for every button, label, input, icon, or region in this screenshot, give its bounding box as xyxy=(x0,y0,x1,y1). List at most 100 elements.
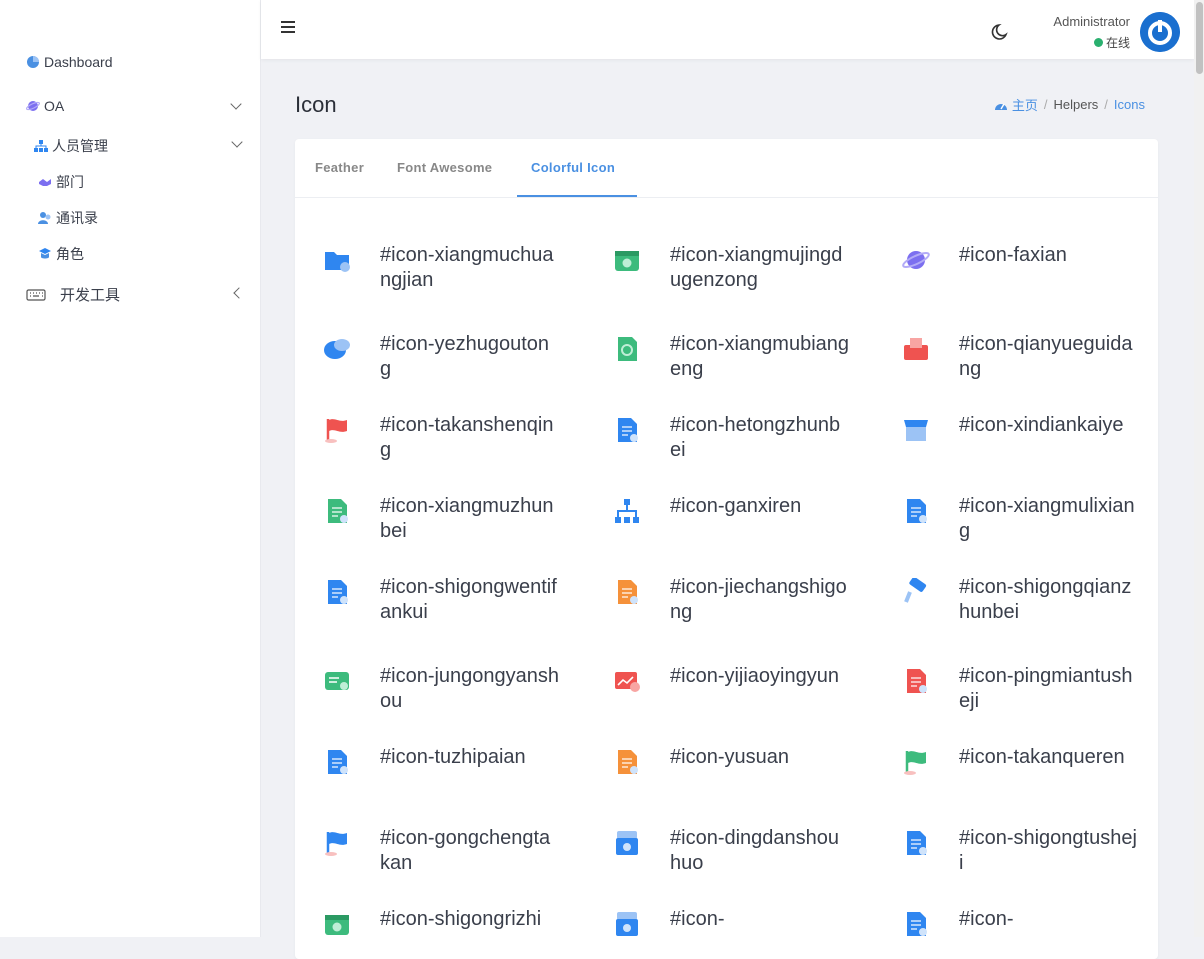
icon-name: #icon-shigongqianzhunbei xyxy=(959,576,1132,623)
icon-name: #icon-shigongwentifankui xyxy=(380,576,557,623)
online-status: 在线 xyxy=(1093,34,1130,51)
icon-name: #icon-faxian xyxy=(959,244,1067,266)
xiangmuzhunbei-icon xyxy=(328,499,348,523)
tuzhipaian-icon xyxy=(328,750,348,774)
breadcrumb-home[interactable]: 主页 xyxy=(1012,95,1038,114)
icon-name: #icon-xiangmuzhunbei xyxy=(380,495,554,542)
icon-name: #icon-shigongtusheji xyxy=(959,827,1137,874)
dashboard-icon xyxy=(994,103,1007,110)
shigongtusheji-icon xyxy=(907,831,927,855)
dingdanshouhuo-icon xyxy=(616,831,638,855)
planet-icon xyxy=(26,101,40,111)
shigongwentifankui-icon xyxy=(328,580,348,604)
jiechangshigong-icon xyxy=(618,580,638,604)
tab-font-awesome[interactable]: Font Awesome xyxy=(397,160,492,175)
sidebar-item-dashboard[interactable]: Dashboard xyxy=(26,54,113,70)
yusuan-icon xyxy=(618,750,638,774)
icon-name: #icon-ganxiren xyxy=(670,495,802,517)
icon-name: #icon-gongchengtakan xyxy=(380,827,551,874)
icon-name: #icon-xiangmulixiang xyxy=(959,495,1135,542)
xiangmulixiang-icon xyxy=(907,499,927,523)
sidebar: Dashboard OA 人员管理 部门 通讯录 角色 开发工具 xyxy=(0,0,261,937)
sidebar-item-label: Dashboard xyxy=(44,54,113,70)
sidebar-item-contacts[interactable]: 通讯录 xyxy=(38,208,98,228)
sidebar-item-label: 通讯录 xyxy=(56,210,98,226)
sidebar-item-label: 开发工具 xyxy=(60,287,121,304)
icon-card: Feather Font Awesome Colorful Icon #icon… xyxy=(295,139,1158,959)
sidebar-item-oa[interactable]: OA xyxy=(26,98,64,114)
takanqueren-icon xyxy=(904,751,926,775)
chevron-left-icon[interactable] xyxy=(233,287,245,299)
chevron-down-icon[interactable] xyxy=(230,98,242,110)
unnamed-icon xyxy=(907,912,927,936)
avatar[interactable] xyxy=(1140,12,1180,52)
icon-name: #icon-yusuan xyxy=(670,746,789,768)
status-text: 在线 xyxy=(1105,36,1130,50)
handshake-icon xyxy=(39,179,51,186)
sidebar-item-personnel[interactable]: 人员管理 xyxy=(34,136,108,156)
username: Administrator xyxy=(1053,14,1130,29)
pingmiantusheji-icon xyxy=(907,669,927,693)
sidebar-item-label: 部门 xyxy=(56,174,84,190)
tab-active-indicator xyxy=(517,195,637,197)
icon-name: #icon-yijiaoyingyun xyxy=(670,665,839,687)
sidebar-item-label: 人员管理 xyxy=(52,138,108,154)
icon-name: #icon-xiangmubiangeng xyxy=(670,333,850,380)
jungongyanshou-icon xyxy=(325,672,349,690)
top-header: Administrator 在线 xyxy=(261,0,1194,59)
breadcrumb-current: Icons xyxy=(1113,97,1145,112)
org-icon xyxy=(34,140,48,152)
yijiaoyingyun-icon xyxy=(615,672,640,692)
sidebar-item-label: 角色 xyxy=(56,246,84,262)
icon-name: #icon-dingdanshouhuo xyxy=(670,827,840,874)
icon-name: #icon-shigongrizhi xyxy=(380,908,542,930)
breadcrumb-helpers[interactable]: Helpers xyxy=(1054,97,1099,112)
icon-name: #icon-xindiankaiye xyxy=(959,414,1124,436)
shigongqianzhunbei-icon xyxy=(904,578,927,603)
takanshenqing-icon xyxy=(325,419,347,443)
moon-icon[interactable] xyxy=(991,22,1011,42)
icon-name: #icon-tuzhipaian xyxy=(380,746,526,768)
gongchengtakan-icon xyxy=(325,832,347,856)
xiangmujingdugenzong-icon xyxy=(615,251,639,271)
icon-name: #icon-yezhugoutong xyxy=(380,333,550,380)
icon-name: #icon-qianyueguidang xyxy=(959,333,1133,380)
icon-name: #icon-xiangmuchuangjian xyxy=(380,244,554,291)
tab-bar: Feather Font Awesome Colorful Icon xyxy=(295,139,1158,198)
faxian-icon xyxy=(902,251,930,269)
page-title: Icon xyxy=(295,92,337,117)
icon-name: #icon-jiechangshigong xyxy=(670,576,847,623)
status-dot xyxy=(1093,38,1103,47)
xiangmuchuangjian-icon xyxy=(325,252,350,272)
icon-name: #icon-xiangmujingdugenzong xyxy=(670,244,843,291)
unnamed-icon xyxy=(616,912,638,936)
xiangmubiangeng-icon xyxy=(618,337,637,361)
xindiankaiye-icon xyxy=(904,420,928,441)
icon-name: #icon-takanshenqing xyxy=(380,414,554,461)
dashboard-icon xyxy=(27,56,39,68)
scrollbar[interactable] xyxy=(1194,0,1204,937)
qianyueguidang-icon xyxy=(904,338,928,360)
breadcrumb: 主页 / Helpers / Icons xyxy=(994,95,1145,114)
contacts-icon xyxy=(38,212,51,224)
yezhugoutong-icon xyxy=(324,339,350,359)
ganxiren-icon xyxy=(615,499,639,523)
sidebar-item-devtools[interactable]: 开发工具 xyxy=(26,284,120,305)
sidebar-item-label: OA xyxy=(44,98,65,114)
sidebar-item-department[interactable]: 部门 xyxy=(38,172,84,192)
tab-colorful-icon[interactable]: Colorful Icon xyxy=(531,160,615,175)
hetongzhunbei-icon xyxy=(618,418,638,442)
role-icon xyxy=(39,248,51,259)
chevron-down-icon[interactable] xyxy=(231,136,243,148)
shigongrizhi-icon xyxy=(325,915,349,935)
icon-name: #icon-jungongyanshou xyxy=(380,665,560,712)
icon-name: #icon-takanqueren xyxy=(959,746,1125,768)
icon-name: #icon- xyxy=(959,908,1014,930)
icon-name: #icon-hetongzhunbei xyxy=(670,414,841,461)
keyboard-icon xyxy=(26,288,46,301)
menu-icon[interactable] xyxy=(281,21,295,33)
sidebar-item-role[interactable]: 角色 xyxy=(38,244,84,264)
tab-feather[interactable]: Feather xyxy=(315,160,364,175)
icon-name: #icon- xyxy=(670,908,725,930)
icon-name: #icon-pingmiantusheji xyxy=(959,665,1133,712)
